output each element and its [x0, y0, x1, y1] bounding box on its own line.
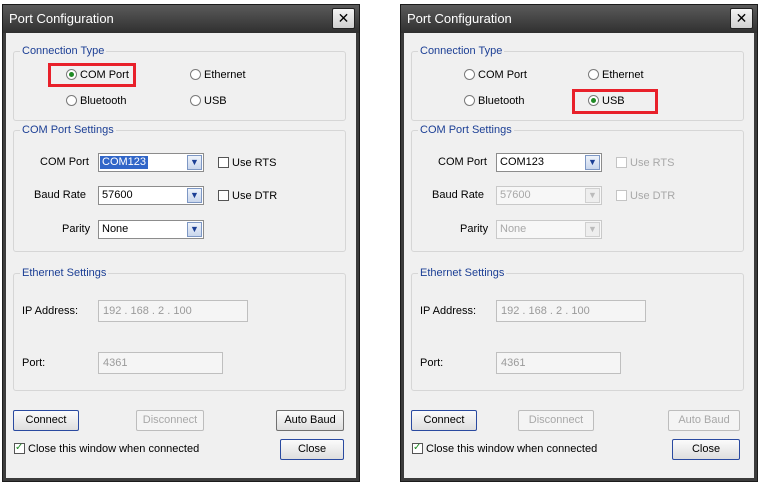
disconnect-button[interactable]: Disconnect	[518, 410, 594, 431]
chevron-down-icon: ▼	[187, 222, 202, 237]
radio-ethernet[interactable]: Ethernet	[190, 68, 246, 82]
com-port-settings-group: COM Port Settings COM Port COM123 ▼ Use …	[411, 124, 744, 252]
ip-address-field[interactable]: 192 . 168 . 2 . 100	[496, 300, 646, 322]
com-port-select[interactable]: COM123 ▼	[98, 153, 204, 172]
checkbox-box	[616, 190, 627, 201]
close-icon[interactable]: ✕	[730, 8, 753, 29]
port-label: Port:	[22, 357, 46, 369]
com-port-select[interactable]: COM123 ▼	[496, 153, 602, 172]
baud-rate-select[interactable]: 57600 ▼	[496, 186, 602, 205]
group-legend: Connection Type	[418, 45, 505, 58]
com-port-label: COM Port	[40, 156, 89, 168]
connection-type-group: Connection Type COM Port Ethernet Blueto…	[411, 45, 744, 121]
parity-select[interactable]: None ▼	[496, 220, 602, 239]
dialog-body: Connection Type COM Port Ethernet Blueto…	[404, 33, 754, 478]
use-dtr-checkbox[interactable]: Use DTR	[218, 189, 277, 203]
radio-bluetooth[interactable]: Bluetooth	[66, 94, 126, 108]
baud-rate-label: Baud Rate	[432, 189, 484, 201]
port-field[interactable]: 4361	[496, 352, 621, 374]
ethernet-settings-group: Ethernet Settings IP Address: 192 . 168 …	[411, 267, 744, 391]
ip-address-label: IP Address:	[22, 305, 79, 317]
group-legend: COM Port Settings	[20, 124, 116, 137]
use-dtr-checkbox[interactable]: Use DTR	[616, 189, 675, 203]
chevron-down-icon: ▼	[585, 155, 600, 170]
use-rts-checkbox[interactable]: Use RTS	[218, 156, 276, 170]
ip-address-field[interactable]: 192 . 168 . 2 . 100	[98, 300, 248, 322]
close-icon[interactable]: ✕	[332, 8, 355, 29]
close-on-connect-checkbox[interactable]: Close this window when connected	[412, 441, 597, 456]
parity-select[interactable]: None ▼	[98, 220, 204, 239]
radio-dot	[588, 69, 599, 80]
radio-dot	[464, 95, 475, 106]
port-label: Port:	[420, 357, 444, 369]
radio-dot-selected	[588, 95, 599, 106]
close-on-connect-checkbox[interactable]: Close this window when connected	[14, 441, 199, 456]
chevron-down-icon: ▼	[187, 188, 202, 203]
disconnect-button[interactable]: Disconnect	[136, 410, 204, 431]
baud-rate-select[interactable]: 57600 ▼	[98, 186, 204, 205]
group-legend: COM Port Settings	[418, 124, 514, 137]
parity-label: Parity	[460, 223, 489, 235]
ethernet-settings-group: Ethernet Settings IP Address: 192 . 168 …	[13, 267, 346, 391]
radio-dot-selected	[66, 69, 77, 80]
close-button[interactable]: Close	[280, 439, 344, 460]
chevron-down-icon: ▼	[187, 155, 202, 170]
radio-dot	[66, 95, 77, 106]
radio-ethernet[interactable]: Ethernet	[588, 68, 644, 82]
com-port-label: COM Port	[438, 156, 487, 168]
auto-baud-button[interactable]: Auto Baud	[276, 410, 344, 431]
parity-label: Parity	[62, 223, 91, 235]
group-legend: Ethernet Settings	[20, 267, 109, 280]
chevron-down-icon: ▼	[585, 222, 600, 237]
port-config-window-usb: Port Configuration ✕ Connection Type COM…	[400, 4, 758, 482]
window-title: Port Configuration	[9, 11, 114, 26]
radio-com-port[interactable]: COM Port	[464, 68, 527, 82]
radio-dot	[464, 69, 475, 80]
ip-address-label: IP Address:	[420, 305, 477, 317]
baud-rate-label: Baud Rate	[34, 189, 86, 201]
connection-type-group: Connection Type COM Port Ethernet Blueto…	[13, 45, 346, 121]
checkbox-box	[616, 157, 627, 168]
checkbox-box	[218, 190, 229, 201]
radio-bluetooth[interactable]: Bluetooth	[464, 94, 524, 108]
checkbox-box-checked	[14, 441, 25, 455]
radio-usb[interactable]: USB	[190, 94, 227, 108]
radio-dot	[190, 95, 201, 106]
radio-dot	[190, 69, 201, 80]
checkbox-box-checked	[412, 441, 423, 455]
connect-button[interactable]: Connect	[13, 410, 79, 431]
radio-usb[interactable]: USB	[588, 94, 625, 108]
chevron-down-icon: ▼	[585, 188, 600, 203]
checkbox-box	[218, 157, 229, 168]
com-port-settings-group: COM Port Settings COM Port COM123 ▼ Use …	[13, 124, 346, 252]
title-bar: Port Configuration ✕	[401, 5, 757, 33]
use-rts-checkbox[interactable]: Use RTS	[616, 156, 674, 170]
connect-button[interactable]: Connect	[411, 410, 477, 431]
port-field[interactable]: 4361	[98, 352, 223, 374]
radio-com-port[interactable]: COM Port	[66, 68, 129, 82]
title-bar: Port Configuration ✕	[3, 5, 359, 33]
dialog-body: Connection Type COM Port Ethernet Blueto…	[6, 33, 356, 478]
window-title: Port Configuration	[407, 11, 512, 26]
close-button[interactable]: Close	[672, 439, 740, 460]
auto-baud-button[interactable]: Auto Baud	[668, 410, 740, 431]
port-config-window-com: Port Configuration ✕ Connection Type COM…	[2, 4, 360, 482]
group-legend: Connection Type	[20, 45, 107, 58]
group-legend: Ethernet Settings	[418, 267, 507, 280]
